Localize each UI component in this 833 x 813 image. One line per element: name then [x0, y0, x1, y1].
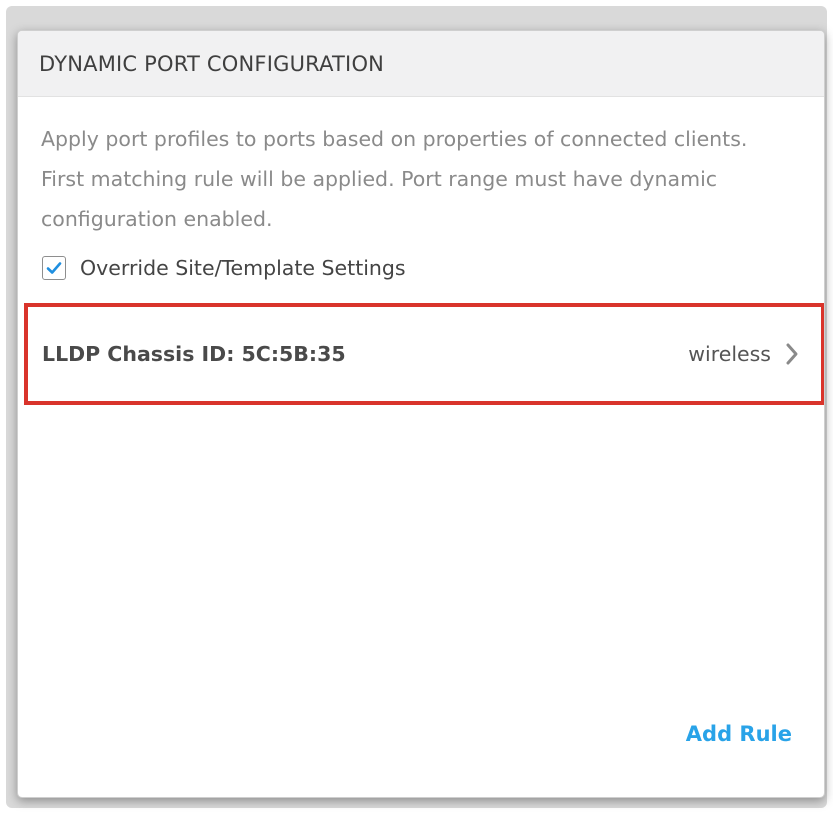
- add-rule-link[interactable]: Add Rule: [686, 722, 792, 746]
- panel-description: Apply port profiles to ports based on pr…: [41, 127, 748, 231]
- dynamic-port-config-panel: DYNAMIC PORT CONFIGURATION Apply port pr…: [17, 30, 825, 798]
- override-checkbox[interactable]: [42, 256, 66, 280]
- panel-header: DYNAMIC PORT CONFIGURATION: [18, 31, 824, 97]
- rule-profile: wireless: [688, 342, 771, 366]
- panel-title: DYNAMIC PORT CONFIGURATION: [39, 51, 385, 76]
- override-label: Override Site/Template Settings: [80, 256, 406, 280]
- chevron-right-icon[interactable]: [785, 342, 799, 366]
- rule-name: LLDP Chassis ID: 5C:5B:35: [42, 342, 346, 366]
- override-settings-row[interactable]: Override Site/Template Settings: [42, 256, 406, 280]
- rule-item-lldp-chassis[interactable]: LLDP Chassis ID: 5C:5B:35 wireless: [24, 303, 824, 405]
- checkmark-icon: [46, 262, 62, 274]
- rule-right-group: wireless: [688, 342, 799, 366]
